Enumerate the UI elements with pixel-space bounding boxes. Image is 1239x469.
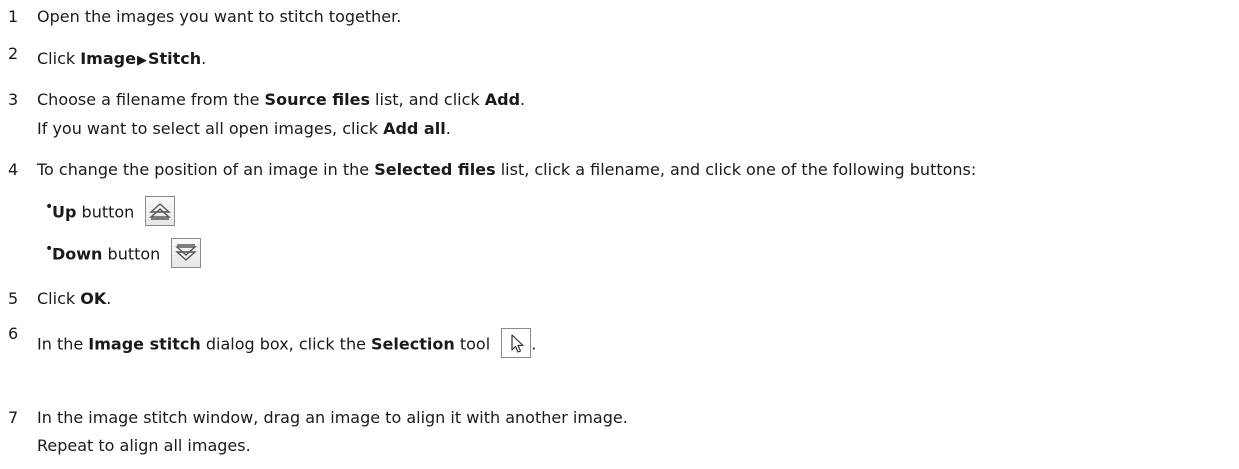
selection-label: Selection xyxy=(371,334,455,354)
source-files-label: Source files xyxy=(264,90,370,109)
bullet-dot: • xyxy=(45,241,54,257)
step-number: 5 xyxy=(8,289,19,308)
bullet-dot: • xyxy=(45,199,54,215)
ok-label: OK xyxy=(80,289,107,308)
add-all-label: Add all xyxy=(383,119,446,138)
up-arrow-icon xyxy=(145,196,176,226)
step-text: Open the images you want to stitch toget… xyxy=(37,7,402,26)
step-number: 7 xyxy=(8,408,19,427)
down-arrow-icon xyxy=(171,238,202,268)
step-text: In the image stitch window, drag an imag… xyxy=(37,408,628,427)
step-7-note: Repeat to align all images. xyxy=(37,436,251,455)
image-stitch-label: Image stitch xyxy=(88,334,201,354)
step-number: 1 xyxy=(8,7,19,26)
step-number: 4 xyxy=(8,160,19,179)
up-label: Up xyxy=(52,202,77,222)
step-text: Click xyxy=(37,49,81,68)
step-number: 2 xyxy=(8,44,19,63)
step-number: 6 xyxy=(8,324,19,343)
selected-files-label: Selected files xyxy=(374,160,496,179)
selection-pointer-icon xyxy=(501,328,532,358)
menu-image: Image xyxy=(80,49,136,68)
down-label: Down xyxy=(52,244,103,264)
add-label: Add xyxy=(484,90,521,109)
menu-separator-icon: ▶ xyxy=(136,53,147,68)
bullet-up: • Up button xyxy=(45,196,176,228)
step-number: 3 xyxy=(8,90,19,109)
menu-stitch: Stitch xyxy=(147,49,202,68)
step-3-note: If you want to select all open images, c… xyxy=(37,119,451,138)
bullet-down: • Down button xyxy=(45,238,202,270)
